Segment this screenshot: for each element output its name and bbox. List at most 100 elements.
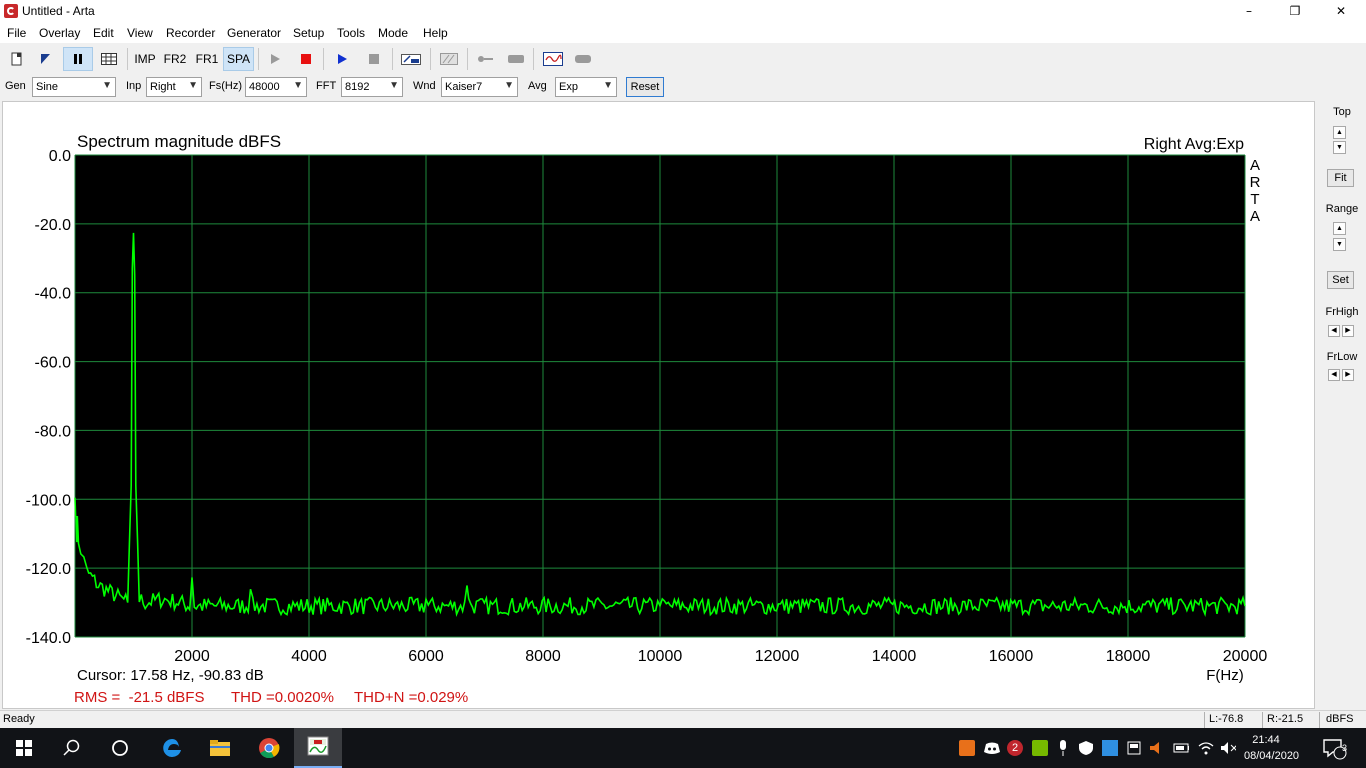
channel-label: Right Avg:Exp — [1144, 136, 1244, 153]
spectrum-plot-panel: Spectrum magnitude dBFS Right Avg:Exp A … — [2, 101, 1315, 709]
maximize-button[interactable]: ❐ — [1272, 0, 1318, 23]
microphone-tray-icon[interactable] — [1055, 740, 1071, 756]
play-disabled-icon[interactable] — [264, 47, 286, 71]
annotate-icon[interactable] — [398, 47, 424, 71]
speaker-muted-tray-icon[interactable] — [1220, 740, 1236, 756]
fr1-mode-button[interactable]: FR1 — [193, 47, 221, 71]
battery-tray-icon[interactable] — [1173, 740, 1189, 756]
set-button[interactable]: Set — [1327, 271, 1354, 289]
reset-button[interactable]: Reset — [626, 77, 664, 97]
windows-start-icon[interactable] — [0, 728, 48, 768]
range-down-arrow-icon[interactable]: ▼ — [1333, 238, 1346, 251]
top-label: Top — [1333, 106, 1351, 118]
security-tray-icon[interactable] — [1078, 740, 1094, 756]
menu-help[interactable]: Help — [423, 26, 448, 40]
x-tick-label: 12000 — [755, 648, 800, 665]
x-tick-label: 8000 — [525, 648, 561, 665]
imp-mode-button[interactable]: IMP — [132, 47, 158, 71]
frlow-right-arrow-icon[interactable]: ▶ — [1342, 369, 1354, 381]
thd-readout: THD =0.0020% — [231, 689, 334, 706]
input-value: Right — [150, 81, 176, 93]
table-view-icon[interactable] — [96, 47, 122, 71]
arta-app-icon — [4, 4, 18, 18]
menu-recorder[interactable]: Recorder — [166, 26, 215, 40]
x-tick-label: 18000 — [1106, 648, 1151, 665]
input-select[interactable]: Right ▼ — [146, 77, 202, 97]
frlow-left-arrow-icon[interactable]: ◀ — [1328, 369, 1340, 381]
status-separator — [1262, 712, 1263, 728]
menu-mode[interactable]: Mode — [378, 26, 408, 40]
action-center-icon[interactable]: 3 — [1314, 728, 1354, 768]
chrome-browser-icon[interactable] — [245, 728, 293, 768]
record-disabled-icon[interactable] — [505, 47, 527, 71]
watermark-letter: T — [1250, 191, 1259, 208]
spectrum-chart[interactable]: Spectrum magnitude dBFS Right Avg:Exp A … — [3, 102, 1316, 710]
title-bar: Untitled - Arta – ❐ ✕ — [0, 0, 1366, 23]
waveform-icon[interactable] — [540, 47, 566, 71]
probe-disabled-icon[interactable] — [474, 47, 496, 71]
menu-tools[interactable]: Tools — [337, 26, 365, 40]
inp-label: Inp — [126, 80, 142, 92]
nvidia-tray-icon[interactable] — [1032, 740, 1048, 756]
task-view-icon[interactable] — [96, 728, 144, 768]
wifi-tray-icon[interactable] — [1198, 740, 1214, 756]
menu-view[interactable]: View — [127, 26, 153, 40]
chart-title: Spectrum magnitude dBFS — [77, 132, 281, 151]
frhigh-left-arrow-icon[interactable]: ◀ — [1328, 325, 1340, 337]
top-down-arrow-icon[interactable]: ▼ — [1333, 141, 1346, 154]
fit-button[interactable]: Fit — [1327, 169, 1354, 187]
menu-overlay[interactable]: Overlay — [39, 26, 80, 40]
discord-tray-icon[interactable] — [984, 740, 1000, 756]
display-tray-icon[interactable] — [1126, 740, 1142, 756]
y-tick-label: -40.0 — [35, 286, 72, 303]
avg-label: Avg — [528, 80, 547, 92]
windows-taskbar: 2 21:44 08/04/2020 3 — [0, 728, 1366, 768]
volume-muted-tray-icon[interactable] — [1149, 740, 1165, 756]
edge-browser-icon[interactable] — [148, 728, 196, 768]
generator-select[interactable]: Sine ▼ — [32, 77, 116, 97]
close-button[interactable]: ✕ — [1318, 0, 1364, 23]
range-up-arrow-icon[interactable]: ▲ — [1333, 222, 1346, 235]
toolbar-separator — [323, 48, 324, 70]
window-value: Kaiser7 — [445, 81, 483, 93]
pause-button[interactable] — [63, 47, 93, 71]
play-icon[interactable] — [331, 47, 353, 71]
toolbar-separator — [430, 48, 431, 70]
network-app-tray-icon[interactable] — [1102, 740, 1118, 756]
watermark-letter: A — [1250, 157, 1260, 174]
system-clock[interactable]: 21:44 08/04/2020 — [1244, 732, 1299, 764]
x-axis-ticks: 2000 4000 6000 8000 10000 12000 14000 16000 1800… — [174, 648, 1267, 665]
file-explorer-icon[interactable] — [196, 728, 244, 768]
flame-app-tray-icon[interactable] — [959, 740, 975, 756]
stop-record-icon[interactable] — [295, 47, 317, 71]
stop-icon[interactable] — [363, 47, 385, 71]
arta-taskbar-icon[interactable] — [294, 728, 342, 768]
search-icon[interactable] — [48, 728, 96, 768]
frhigh-right-arrow-icon[interactable]: ▶ — [1342, 325, 1354, 337]
minimize-button[interactable]: – — [1226, 0, 1272, 23]
generator-disabled-icon[interactable] — [572, 47, 594, 71]
thdn-readout: THD+N =0.029% — [354, 689, 468, 706]
averaging-select[interactable]: Exp ▼ — [555, 77, 617, 97]
toolbar-separator — [127, 48, 128, 70]
toolbar-separator — [258, 48, 259, 70]
sample-rate-select[interactable]: 48000 ▼ — [245, 77, 307, 97]
new-file-icon[interactable] — [6, 47, 28, 71]
open-file-icon[interactable] — [34, 47, 56, 71]
window-select[interactable]: Kaiser7 ▼ — [441, 77, 518, 97]
menu-edit[interactable]: Edit — [93, 26, 114, 40]
menu-bar: File Overlay Edit View Recorder Generato… — [0, 23, 1366, 43]
menu-setup[interactable]: Setup — [293, 26, 324, 40]
top-up-arrow-icon[interactable]: ▲ — [1333, 126, 1346, 139]
fr2-mode-button[interactable]: FR2 — [161, 47, 189, 71]
chevron-down-icon: ▼ — [389, 80, 399, 91]
menu-file[interactable]: File — [7, 26, 26, 40]
spa-mode-button[interactable]: SPA — [223, 47, 254, 71]
y-tick-label: -60.0 — [35, 355, 72, 372]
y-tick-label: -100.0 — [26, 492, 71, 509]
x-tick-label: 16000 — [989, 648, 1034, 665]
menu-generator[interactable]: Generator — [227, 26, 281, 40]
notification-badge-tray-icon[interactable]: 2 — [1007, 740, 1023, 756]
overlay-disabled-icon[interactable] — [436, 47, 462, 71]
fft-size-select[interactable]: 8192 ▼ — [341, 77, 403, 97]
